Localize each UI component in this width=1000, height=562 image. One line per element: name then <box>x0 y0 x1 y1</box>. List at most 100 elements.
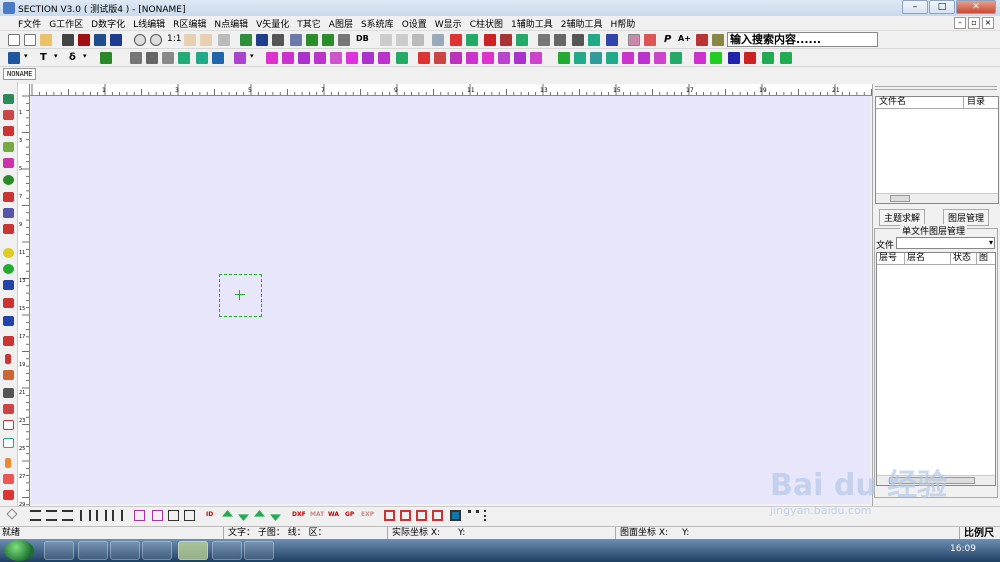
tray-icons[interactable] <box>744 545 804 555</box>
id-button[interactable]: ID <box>206 511 213 518</box>
cross-tool-icon[interactable] <box>3 280 14 290</box>
flag-icon[interactable] <box>644 34 656 46</box>
frame-icon[interactable] <box>168 510 179 521</box>
line-dropdown-icon[interactable]: ▾ <box>250 52 254 60</box>
tool-1-icon[interactable] <box>3 94 14 104</box>
point-grid-icon[interactable] <box>670 52 682 64</box>
layer-blue-icon[interactable] <box>256 34 268 46</box>
point-param-icon[interactable] <box>638 52 650 64</box>
cut-line-icon[interactable] <box>282 52 294 64</box>
db-button[interactable]: DB <box>356 34 369 43</box>
chart-2-icon[interactable] <box>152 510 163 521</box>
refresh-icon[interactable] <box>218 34 230 46</box>
lines-icon[interactable] <box>178 52 190 64</box>
join-line-icon[interactable] <box>298 52 310 64</box>
polyline-icon[interactable] <box>396 52 408 64</box>
menu-other[interactable]: T其它 <box>293 17 325 30</box>
node-green-icon[interactable] <box>100 52 112 64</box>
file-list[interactable]: 文件名 目录 <box>875 96 999 204</box>
up-arrow-icon[interactable] <box>222 510 233 517</box>
tool-3-icon[interactable] <box>3 126 14 136</box>
tool-16-icon[interactable] <box>5 354 11 364</box>
top-arrow-icon[interactable] <box>254 510 265 517</box>
col-filename[interactable]: 文件名 <box>876 97 964 108</box>
file-list-scrollbar[interactable] <box>876 193 998 203</box>
menu-column-chart[interactable]: C柱状图 <box>466 17 507 30</box>
fill-icon[interactable] <box>728 52 740 64</box>
open-folder-icon[interactable] <box>40 34 52 46</box>
cut-icon[interactable] <box>380 34 392 46</box>
align-left-icon[interactable] <box>30 510 41 521</box>
texture-icon[interactable] <box>780 52 792 64</box>
point-delete-icon[interactable] <box>606 52 618 64</box>
copy-icon[interactable] <box>396 34 408 46</box>
taskbar-explorer-icon[interactable] <box>44 541 74 560</box>
area-param-icon[interactable] <box>530 52 542 64</box>
paste-icon[interactable] <box>412 34 424 46</box>
reshape-icon[interactable] <box>330 52 342 64</box>
menu-vectorize[interactable]: V矢量化 <box>252 17 293 30</box>
tool-23-icon[interactable] <box>3 474 14 484</box>
point-edit-icon[interactable] <box>622 52 634 64</box>
columns-2-icon[interactable] <box>96 510 107 521</box>
dxf-button[interactable]: DXF <box>292 511 306 518</box>
image-icon[interactable] <box>272 34 284 46</box>
new-file-icon[interactable] <box>8 34 20 46</box>
tool-10-icon[interactable] <box>3 248 14 258</box>
panel-grip[interactable] <box>875 86 997 90</box>
menu-layer[interactable]: A图层 <box>325 17 357 30</box>
taskbar-excel-icon[interactable] <box>244 541 274 560</box>
tool-7-icon[interactable] <box>3 192 14 202</box>
text-dropdown-icon[interactable]: ▾ <box>54 52 58 60</box>
diamond-icon[interactable] <box>710 52 722 64</box>
drawing-canvas[interactable] <box>31 96 870 504</box>
tool-13-icon[interactable] <box>3 298 14 308</box>
delta-dropdown-icon[interactable]: ▾ <box>83 52 87 60</box>
color-icon[interactable] <box>744 52 756 64</box>
tool-20-icon[interactable] <box>3 420 14 430</box>
area-move-icon[interactable] <box>498 52 510 64</box>
save-icon[interactable] <box>62 34 74 46</box>
shape-red-icon[interactable] <box>484 34 496 46</box>
export-4-icon[interactable] <box>432 510 443 521</box>
gp-button[interactable]: GP <box>345 511 354 518</box>
align-right-icon[interactable] <box>62 510 73 521</box>
symbol-icon[interactable] <box>694 52 706 64</box>
dots-icon[interactable] <box>468 510 479 521</box>
new-doc-icon[interactable] <box>24 34 36 46</box>
diamond-outline-icon[interactable] <box>6 508 18 520</box>
col-layer-status[interactable]: 状态 <box>951 253 977 264</box>
menu-aux-tool-2[interactable]: 2辅助工具 <box>557 17 607 30</box>
hammer-icon[interactable] <box>338 34 350 46</box>
print-icon[interactable] <box>290 34 302 46</box>
layer-list[interactable]: 层号 层名 状态 图元 <box>876 252 996 486</box>
tool-8-icon[interactable] <box>3 208 14 218</box>
col-layer-elements[interactable]: 图元 <box>977 253 995 264</box>
calc-icon[interactable] <box>322 34 334 46</box>
grid-tool-icon[interactable] <box>212 52 224 64</box>
tool-4-icon[interactable] <box>3 142 14 152</box>
menu-aux-tool-1[interactable]: 1辅助工具 <box>507 17 557 30</box>
tree-icon[interactable] <box>466 34 478 46</box>
menu-point-edit[interactable]: N点编辑 <box>210 17 252 30</box>
paint-icon[interactable] <box>196 52 208 64</box>
export-2-icon[interactable] <box>400 510 411 521</box>
zoom-out-icon[interactable] <box>150 34 162 46</box>
wa-button[interactable]: WA <box>328 511 339 518</box>
edit-green-icon[interactable] <box>516 34 528 46</box>
tool-2-icon[interactable] <box>3 110 14 120</box>
grab-icon[interactable] <box>200 34 212 46</box>
mdi-close-button[interactable]: × <box>982 17 994 29</box>
columns-icon[interactable] <box>80 510 91 521</box>
tool-22-icon[interactable] <box>5 458 11 468</box>
taskbar-media-icon[interactable] <box>110 541 140 560</box>
text-t-button[interactable]: T <box>40 52 47 63</box>
col-directory[interactable]: 目录 <box>964 97 998 108</box>
trim-line-icon[interactable] <box>362 52 374 64</box>
taskbar-folder-icon[interactable] <box>142 541 172 560</box>
area-split-icon[interactable] <box>434 52 446 64</box>
split-icon[interactable] <box>130 52 142 64</box>
chart-icon[interactable] <box>134 510 145 521</box>
menu-settings[interactable]: O设置 <box>398 17 431 30</box>
col-layer-no[interactable]: 层号 <box>877 253 905 264</box>
